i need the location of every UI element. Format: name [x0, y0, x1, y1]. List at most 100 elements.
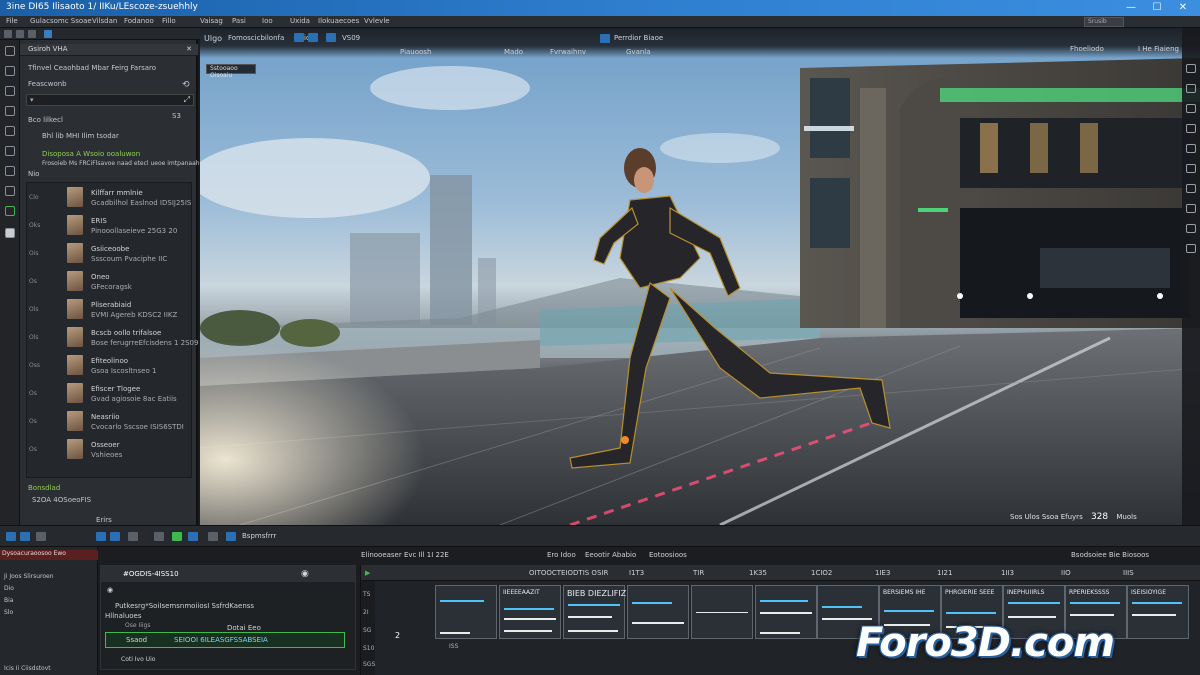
- render-icon[interactable]: [226, 532, 236, 541]
- sequencer-clip[interactable]: [755, 585, 817, 639]
- close-icon[interactable]: ✕: [186, 45, 192, 53]
- mesh-tool-icon[interactable]: [5, 126, 15, 136]
- perspective-label[interactable]: VS09: [342, 34, 360, 42]
- browse-icon[interactable]: [6, 532, 16, 541]
- right-label[interactable]: Fhoeliodo: [1070, 45, 1104, 53]
- refresh-icon[interactable]: ⟲: [182, 80, 190, 90]
- light-icon[interactable]: [1186, 104, 1196, 113]
- eye-icon[interactable]: ◉: [301, 569, 309, 579]
- menu-item-5[interactable]: Vaisag: [200, 17, 223, 25]
- asset-search-input[interactable]: ▾ ⤢: [26, 94, 194, 106]
- expand-icon[interactable]: ◉: [107, 586, 113, 594]
- sequencer-clip[interactable]: [691, 585, 753, 639]
- physics-icon[interactable]: [1186, 184, 1196, 193]
- sequencer-tab-1[interactable]: Ero Idoo: [547, 551, 576, 559]
- menu-item-7[interactable]: Ioo: [262, 17, 273, 25]
- right-label-2[interactable]: I He Fiaieng: [1138, 45, 1179, 53]
- import-icon[interactable]: [96, 532, 106, 541]
- sequencer-clip[interactable]: [627, 585, 689, 639]
- play-icon[interactable]: ▶: [365, 569, 370, 577]
- grid-icon[interactable]: [1186, 224, 1196, 233]
- sequencer-icon[interactable]: [1186, 164, 1196, 173]
- tag-icon[interactable]: [154, 532, 164, 541]
- menu-item-8[interactable]: Uxida: [290, 17, 310, 25]
- save-icon[interactable]: [4, 30, 12, 38]
- menu-item-1[interactable]: Gulacsomc Ssoae: [30, 17, 92, 25]
- sequencer-clip[interactable]: ISEISIOYIGE: [1127, 585, 1189, 639]
- content-icon[interactable]: [44, 30, 52, 38]
- green-status-line: Disoposa A Wsoio ooaluwon: [42, 150, 141, 158]
- sequencer-clip[interactable]: BIEB DIEZLIFIZ: [563, 585, 626, 639]
- snap-label[interactable]: Mado: [504, 48, 523, 56]
- sequencer-tab-2[interactable]: Eeootir Ababio: [585, 551, 636, 559]
- stop-icon[interactable]: [188, 532, 198, 541]
- menu-item-3[interactable]: Fodanoo: [124, 17, 154, 25]
- scale-icon[interactable]: [326, 33, 336, 42]
- angle-label[interactable]: Gvanla: [626, 48, 651, 56]
- sequencer-tab-0[interactable]: Elinooeaser Evc Ill 1I 22E: [361, 551, 449, 559]
- fracture-tool-icon[interactable]: [5, 146, 15, 156]
- expand-icon[interactable]: ⤢: [184, 95, 190, 105]
- settings-icon[interactable]: [1186, 64, 1196, 73]
- menu-item-10[interactable]: Vvlevle: [364, 17, 390, 25]
- list-item[interactable]: Ols Bcscb oollo trifalsoe Bose ferugrreE…: [27, 325, 198, 353]
- grid-label[interactable]: Fvrwaihnv: [550, 48, 586, 56]
- minimize-button[interactable]: —: [1120, 1, 1142, 15]
- lock-icon[interactable]: [1186, 244, 1196, 253]
- list-item[interactable]: Os Osseoer Vshieoes: [27, 437, 187, 465]
- sequencer-clip[interactable]: IIEEEEAAZIT: [499, 585, 561, 639]
- content-drawer-icon[interactable]: [20, 532, 30, 541]
- folder-icon[interactable]: [36, 532, 46, 541]
- footer-button[interactable]: Erirs: [96, 516, 112, 524]
- list-item[interactable]: Os Oneo GFecoragsk: [27, 269, 187, 297]
- list-item[interactable]: Oks ERIS Pinooollaseieve 25G3 20: [27, 213, 187, 241]
- redo-icon[interactable]: [28, 30, 36, 38]
- material-icon[interactable]: [1186, 124, 1196, 133]
- list-item[interactable]: Ols Pliserabiaid EVMI Agereb KDSC2 IIKZ: [27, 297, 187, 325]
- maximize-button[interactable]: ☐: [1146, 1, 1168, 15]
- undo-icon[interactable]: [16, 30, 24, 38]
- play-label[interactable]: Perrdior Biaoe: [614, 34, 663, 42]
- sequencer-tab-3[interactable]: Eotoosioos: [649, 551, 687, 559]
- outliner-row[interactable]: Ji Joos Slirsuroen: [4, 573, 54, 580]
- rotate-icon[interactable]: [308, 33, 318, 42]
- play-icon[interactable]: [172, 532, 182, 541]
- active-tool-icon[interactable]: [5, 228, 15, 238]
- list-item[interactable]: Os Neasriio Cvocarlo Sscsoe ISIS6STDI: [27, 409, 187, 437]
- outliner-row[interactable]: Dio: [4, 585, 14, 592]
- modeling-tool-icon[interactable]: [5, 206, 15, 216]
- outliner-row[interactable]: Bia: [4, 597, 13, 604]
- sequencer-clip[interactable]: [435, 585, 497, 639]
- paint-tool-icon[interactable]: [5, 106, 15, 116]
- add-icon[interactable]: [110, 532, 120, 541]
- menu-item-6[interactable]: Pasi: [232, 17, 246, 25]
- camera-icon[interactable]: [1186, 84, 1196, 93]
- selected-row[interactable]: Ssaod SEIOOI 6ILEASGFSSABSEIA: [105, 632, 345, 648]
- select-tool-icon[interactable]: [5, 46, 15, 56]
- layers-icon[interactable]: [1186, 144, 1196, 153]
- play-icon[interactable]: [600, 34, 610, 43]
- foliage-tool-icon[interactable]: [5, 86, 15, 96]
- menu-item-4[interactable]: Fillo: [162, 17, 176, 25]
- level-viewport[interactable]: Ulgo Fomoscicbilonfa Ilios VS09 Piauoosh…: [200, 28, 1200, 525]
- audio-icon[interactable]: [1186, 204, 1196, 213]
- close-button[interactable]: ✕: [1172, 1, 1194, 15]
- landscape-tool-icon[interactable]: [5, 66, 15, 76]
- viewport-mode[interactable]: Fomoscicbilonfa: [228, 34, 284, 42]
- list-item[interactable]: Clo Kilffarr mmlnie Gcadbilhol Easlnod I…: [27, 185, 191, 213]
- outliner-row[interactable]: Slo: [4, 609, 13, 616]
- tick: IIIS: [1123, 569, 1134, 577]
- menu-item-9[interactable]: Ilokuaecoes: [318, 17, 359, 25]
- translate-icon[interactable]: [294, 33, 304, 42]
- camera-icon[interactable]: [208, 532, 218, 541]
- brush-tool-icon[interactable]: [5, 166, 15, 176]
- list-item[interactable]: Ois Gsiiceoobe Ssscoum Pvaciphe IIC: [27, 241, 187, 269]
- lit-label[interactable]: Piauoosh: [400, 48, 431, 56]
- filter-icon[interactable]: [128, 532, 138, 541]
- list-item[interactable]: Os Efiscer Tlogee Gvad agiosoie 8ac Eati…: [27, 381, 187, 409]
- list-item[interactable]: Oss Efiteolinoo Gsoa Iscosltnseo 1: [27, 353, 187, 381]
- terrain-tool-icon[interactable]: [5, 186, 15, 196]
- menu-search-input[interactable]: Srusib: [1084, 17, 1124, 27]
- menu-item-file[interactable]: File: [6, 17, 18, 25]
- menu-item-2[interactable]: Vilsdan: [92, 17, 117, 25]
